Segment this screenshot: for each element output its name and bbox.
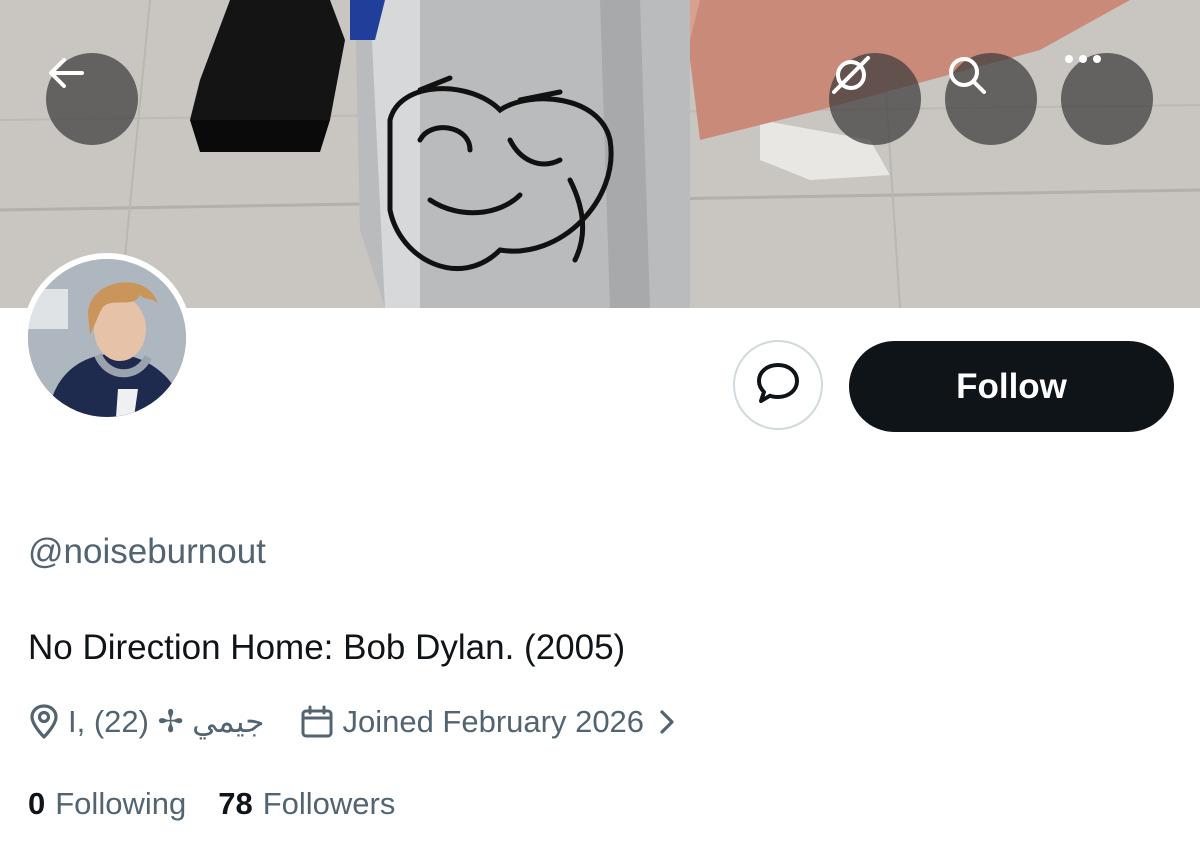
profile-avatar[interactable]	[22, 253, 192, 423]
grok-button[interactable]	[829, 53, 921, 145]
message-button[interactable]	[733, 340, 823, 430]
banner-photo	[0, 0, 1200, 308]
joined-item[interactable]: Joined February 2026	[300, 704, 676, 740]
following-link[interactable]: 0 Following	[28, 786, 186, 822]
followers-label: Followers	[262, 786, 396, 821]
profile-handle: @noiseburnout	[28, 532, 266, 571]
following-count: 0	[28, 786, 46, 821]
profile-bio: No Direction Home: Bob Dylan. (2005)	[28, 628, 626, 667]
followers-count: 78	[218, 786, 253, 821]
following-label: Following	[55, 786, 187, 821]
follow-button[interactable]: Follow	[849, 341, 1174, 432]
search-button[interactable]	[945, 53, 1037, 145]
profile-banner[interactable]	[0, 0, 1200, 308]
follow-stats: 0 Following 78 Followers	[28, 786, 395, 822]
calendar-icon	[300, 705, 334, 739]
location-text: I, (22) ✢ جيمي	[68, 704, 265, 739]
location-pin-icon	[28, 704, 60, 740]
location-item: I, (22) ✢ جيمي	[28, 704, 264, 740]
back-button[interactable]	[46, 53, 138, 145]
message-bubble-icon	[754, 359, 802, 412]
chevron-right-icon[interactable]	[658, 708, 676, 736]
joined-text: Joined February 2026	[342, 704, 645, 739]
more-button[interactable]	[1061, 53, 1153, 145]
avatar-photo	[28, 259, 186, 417]
profile-meta: I, (22) ✢ جيمي Joined February 2026	[28, 700, 676, 744]
followers-link[interactable]: 78 Followers	[218, 786, 395, 822]
